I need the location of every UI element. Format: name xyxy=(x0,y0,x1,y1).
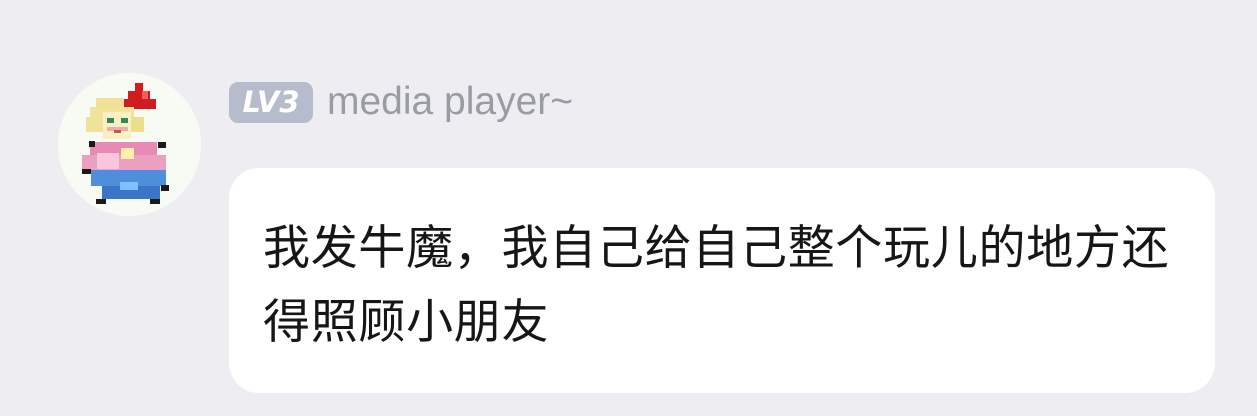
user-level-badge: LV3 xyxy=(229,81,313,123)
avatar[interactable] xyxy=(58,73,201,216)
message-header: LV3 media player~ xyxy=(229,81,573,123)
chat-view: LV3 media player~ 我发牛魔，我自己给自己整个玩儿的地方还得照顾… xyxy=(0,0,1257,416)
message-text: 我发牛魔，我自己给自己整个玩儿的地方还得照顾小朋友 xyxy=(263,221,1170,350)
message-bubble[interactable]: 我发牛魔，我自己给自己整个玩儿的地方还得照顾小朋友 xyxy=(229,168,1215,393)
pixel-character-icon xyxy=(58,73,201,216)
chat-message: LV3 media player~ 我发牛魔，我自己给自己整个玩儿的地方还得照顾… xyxy=(0,0,1257,416)
sender-name[interactable]: media player~ xyxy=(327,81,573,123)
